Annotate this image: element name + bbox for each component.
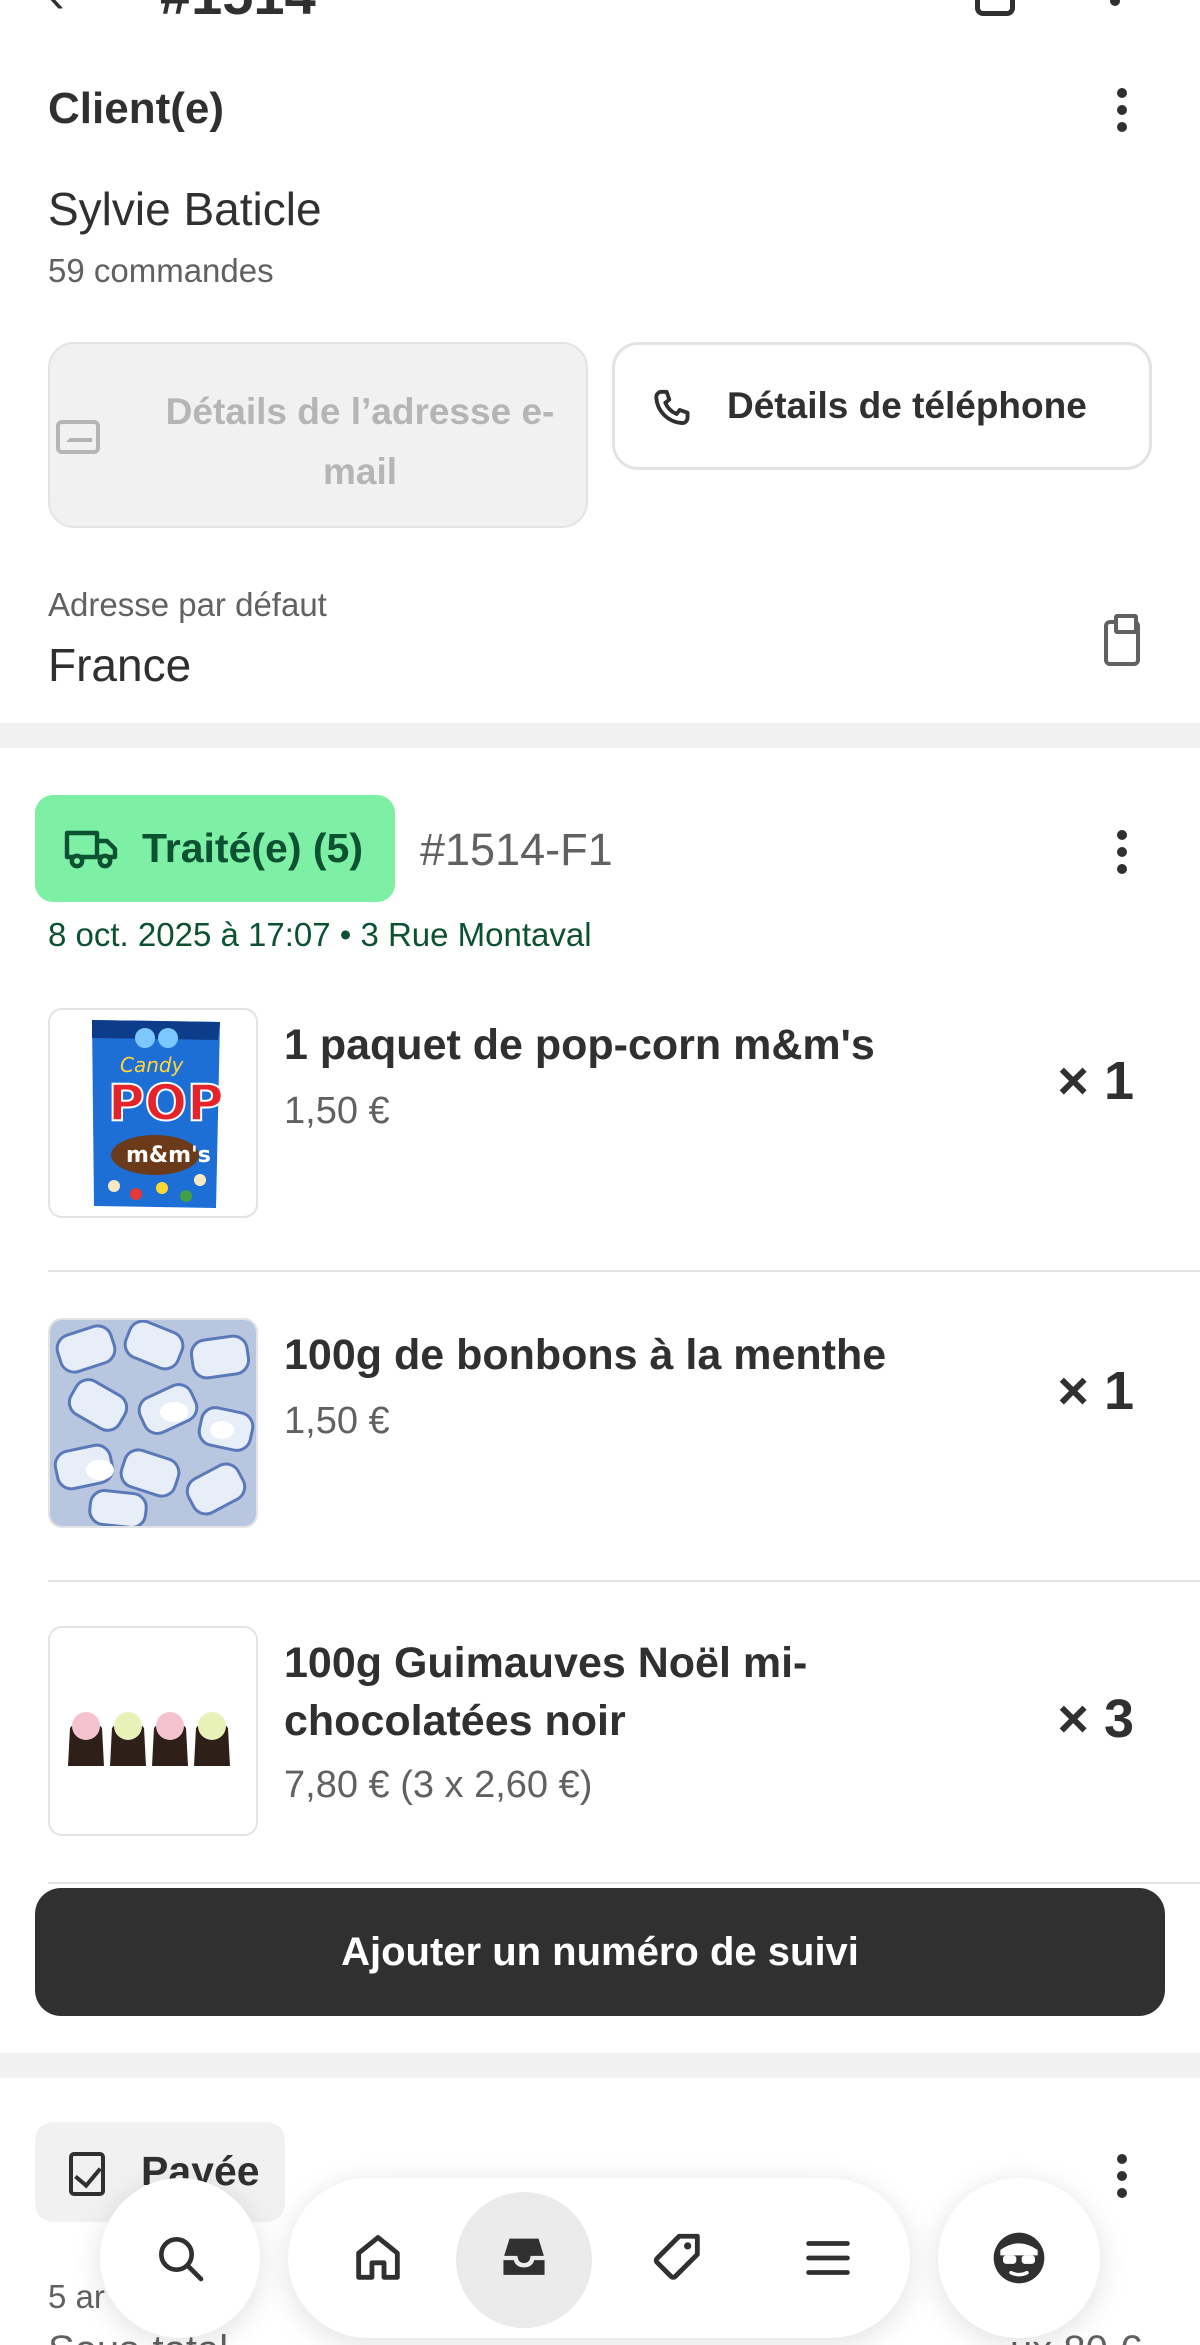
default-address-value: France bbox=[48, 639, 192, 691]
back-chevron-icon[interactable]: ‹ bbox=[48, 0, 65, 24]
product-price: 1,50 € bbox=[284, 1400, 390, 1442]
line-item[interactable]: 100g de bonbons à la menthe 1,50 € × 1 bbox=[48, 1318, 1200, 1628]
home-icon bbox=[356, 2235, 400, 2280]
top-bar: ‹ #1514 bbox=[0, 0, 1200, 30]
product-quantity: × 3 bbox=[1057, 1689, 1134, 1749]
product-price: 1,50 € bbox=[284, 1090, 390, 1132]
bottom-nav-search bbox=[100, 2178, 260, 2338]
line-item[interactable]: Candy POP m&m's 1 paquet de pop-corn m&m… bbox=[48, 1008, 1200, 1318]
nav-home-button[interactable] bbox=[308, 2178, 448, 2338]
receipt-check-icon bbox=[69, 2152, 105, 2196]
copy-clipboard-icon[interactable] bbox=[1104, 614, 1140, 666]
item-divider bbox=[48, 1270, 1200, 1272]
customer-name[interactable]: Sylvie Baticle bbox=[48, 182, 322, 236]
fulfillment-date-location: 8 oct. 2025 à 17:07 • 3 Rue Montaval bbox=[48, 916, 592, 953]
payment-more-menu-icon[interactable] bbox=[1102, 2148, 1142, 2204]
product-thumbnail bbox=[48, 1318, 258, 1528]
delivery-truck-icon bbox=[64, 830, 118, 869]
nav-profile-button[interactable] bbox=[949, 2178, 1089, 2338]
menu-hamburger-icon bbox=[806, 2241, 850, 2275]
product-thumbnail bbox=[48, 1626, 258, 1836]
svg-text:m&m's: m&m's bbox=[126, 1143, 211, 1168]
email-details-label: Détails de l’adresse e-mail bbox=[165, 391, 555, 492]
svg-text:POP: POP bbox=[108, 1074, 224, 1132]
order-title: #1514 bbox=[160, 0, 316, 27]
product-thumbnail: Candy POP m&m's bbox=[48, 1008, 258, 1218]
fulfilled-status-badge: Traité(e) (5) bbox=[35, 795, 395, 902]
nav-search-button[interactable] bbox=[110, 2178, 250, 2338]
customer-section-title: Client(e) bbox=[48, 84, 224, 133]
inbox-orders-icon bbox=[503, 2238, 545, 2275]
more-vertical-icon[interactable] bbox=[1110, 0, 1120, 6]
product-price: 7,80 € (3 x 2,60 €) bbox=[284, 1764, 593, 1806]
customer-order-count: 59 commandes bbox=[48, 252, 274, 289]
item-divider bbox=[48, 1580, 1200, 1582]
default-address-label: Adresse par défaut bbox=[48, 586, 327, 623]
fulfillment-card: Traité(e) (5) #1514-F1 8 oct. 2025 à 17:… bbox=[0, 748, 1200, 2053]
payment-item-count: 5 ar bbox=[48, 2278, 105, 2315]
bottom-nav-main bbox=[288, 2178, 910, 2338]
bottom-nav-profile bbox=[938, 2178, 1100, 2338]
phone-details-label: Détails de téléphone bbox=[727, 385, 1087, 426]
customer-card: Client(e) Sylvie Baticle 59 commandes Dé… bbox=[0, 30, 1200, 723]
phone-icon bbox=[654, 389, 690, 425]
nav-orders-button[interactable] bbox=[454, 2178, 594, 2338]
product-quantity: × 1 bbox=[1057, 1361, 1134, 1421]
add-tracking-number-button[interactable]: Ajouter un numéro de suivi bbox=[35, 1888, 1165, 2016]
customer-more-menu-icon[interactable] bbox=[1102, 82, 1142, 138]
nav-products-button[interactable] bbox=[608, 2178, 748, 2338]
fulfilled-status-label: Traité(e) (5) bbox=[142, 825, 363, 871]
search-icon bbox=[159, 2237, 204, 2282]
item-divider bbox=[48, 1882, 1200, 1884]
avatar-icon bbox=[993, 2232, 1045, 2284]
email-details-button[interactable]: Détails de l’adresse e-mail bbox=[48, 342, 588, 528]
envelope-icon bbox=[56, 420, 100, 454]
fulfillment-more-menu-icon[interactable] bbox=[1102, 824, 1142, 880]
phone-details-button[interactable]: Détails de téléphone bbox=[612, 342, 1152, 470]
fulfillment-id: #1514-F1 bbox=[420, 824, 613, 875]
product-name: 100g de bonbons à la menthe bbox=[284, 1331, 887, 1379]
product-name: 100g Guimauves Noël mi-chocolatées noir bbox=[284, 1639, 808, 1745]
store-icon[interactable] bbox=[975, 0, 1015, 16]
product-quantity: × 1 bbox=[1057, 1051, 1134, 1111]
product-name: 1 paquet de pop-corn m&m's bbox=[284, 1021, 875, 1069]
nav-menu-button[interactable] bbox=[758, 2178, 898, 2338]
tag-icon bbox=[653, 2233, 700, 2280]
